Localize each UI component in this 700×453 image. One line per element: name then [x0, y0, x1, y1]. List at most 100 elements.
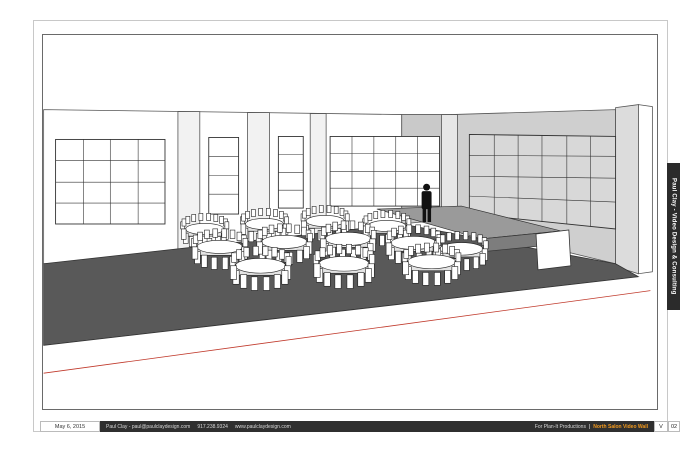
chair-icon [271, 247, 278, 258]
chair-icon [257, 229, 263, 239]
chair-icon [442, 243, 448, 254]
chair-icon [311, 206, 317, 214]
credits-bar: Paul Clay - paul@paulclaydesign.com 917.… [100, 421, 654, 432]
chair-icon [185, 216, 191, 224]
chair-icon [191, 246, 199, 260]
chair-icon [433, 242, 440, 253]
chair-icon [398, 225, 404, 235]
chair-icon [273, 274, 281, 289]
chair-icon [333, 206, 339, 214]
chair-icon [229, 229, 236, 239]
chair-icon [263, 276, 270, 291]
chair-icon [391, 227, 397, 237]
podium [535, 229, 572, 271]
chair-icon [213, 214, 219, 222]
chair-icon [284, 216, 289, 225]
chair-icon [380, 210, 386, 218]
chair-icon [285, 256, 292, 267]
chair-icon [192, 234, 199, 244]
chair-icon [454, 231, 460, 241]
chair-icon [379, 235, 385, 246]
chair-icon [415, 224, 421, 234]
title-block: May 6, 2015 Paul Clay - paul@paulclaydes… [40, 421, 680, 432]
chair-icon [477, 234, 483, 244]
chair-icon [423, 225, 430, 235]
chair-icon [305, 208, 311, 216]
chair-icon [279, 249, 285, 260]
chair-icon [325, 223, 332, 233]
chair-icon [262, 245, 269, 257]
chair-icon [362, 247, 369, 258]
chair-icon [240, 274, 248, 289]
chair-icon [403, 249, 410, 259]
chair-icon [365, 223, 371, 233]
chair-icon [471, 232, 477, 242]
chair-icon [385, 242, 393, 256]
side-title-label: Paul Clay - Video Design & Consulting [670, 178, 677, 295]
chair-icon [236, 231, 243, 241]
chair-icon [294, 224, 300, 234]
chair-icon [365, 268, 372, 283]
chair-icon [219, 216, 224, 224]
chair-icon [334, 274, 342, 289]
chair-icon [339, 208, 345, 216]
chair-icon [395, 250, 402, 264]
chair-icon [326, 205, 332, 213]
chair-icon [248, 231, 255, 243]
chair-icon [424, 242, 430, 253]
chair-icon [336, 243, 343, 255]
page-number: 02 [668, 421, 680, 432]
chair-icon [266, 208, 271, 216]
chair-icon [296, 249, 303, 263]
website-link[interactable]: www.paulclaydesign.com [235, 424, 291, 430]
chair-icon [286, 223, 292, 233]
chair-icon [455, 252, 462, 263]
chair-icon [479, 253, 486, 266]
separator: | [588, 423, 591, 430]
chair-icon [307, 233, 313, 243]
chair-icon [221, 228, 227, 238]
chair-icon [401, 213, 407, 221]
author-email[interactable]: paul@paulclaydesign.com [132, 424, 190, 430]
chair-icon [201, 254, 208, 268]
chair-icon [245, 211, 250, 219]
chair-icon [451, 266, 459, 280]
chair-icon [251, 276, 258, 291]
chair-icon [319, 247, 326, 258]
chair-icon [212, 228, 218, 238]
chair-icon [277, 223, 283, 233]
chair-icon [222, 256, 229, 270]
project-title: North Salon Video Wall [593, 423, 648, 430]
side-title-tab: Paul Clay - Video Design & Consulting [667, 163, 680, 310]
right-column [615, 104, 639, 275]
chair-icon [230, 265, 237, 280]
chair-icon [251, 209, 256, 217]
chair-icon [408, 246, 414, 256]
chair-icon [415, 243, 421, 254]
chair-icon [242, 238, 249, 248]
chair-icon [367, 213, 373, 221]
chair-icon [440, 234, 446, 244]
chair-icon [243, 247, 250, 258]
chair-icon [434, 272, 441, 286]
chair-icon [181, 228, 187, 240]
chair-icon [349, 220, 356, 230]
video-wall-icon [208, 137, 240, 215]
chair-icon [355, 245, 362, 256]
chair-icon [303, 246, 310, 260]
pillar [441, 114, 458, 220]
3d-viewport[interactable] [42, 34, 658, 410]
chair-icon [302, 210, 307, 219]
chair-icon [273, 209, 278, 217]
chair-icon [241, 213, 246, 222]
chair-icon [206, 213, 211, 221]
room-render [43, 35, 657, 409]
chair-icon [483, 240, 489, 250]
chair-icon [340, 220, 347, 230]
chair-icon [357, 272, 365, 287]
chair-icon [191, 214, 197, 222]
chair-icon [449, 246, 455, 256]
chair-icon [332, 221, 338, 231]
chair-icon [268, 224, 275, 234]
chair-icon [373, 211, 379, 219]
